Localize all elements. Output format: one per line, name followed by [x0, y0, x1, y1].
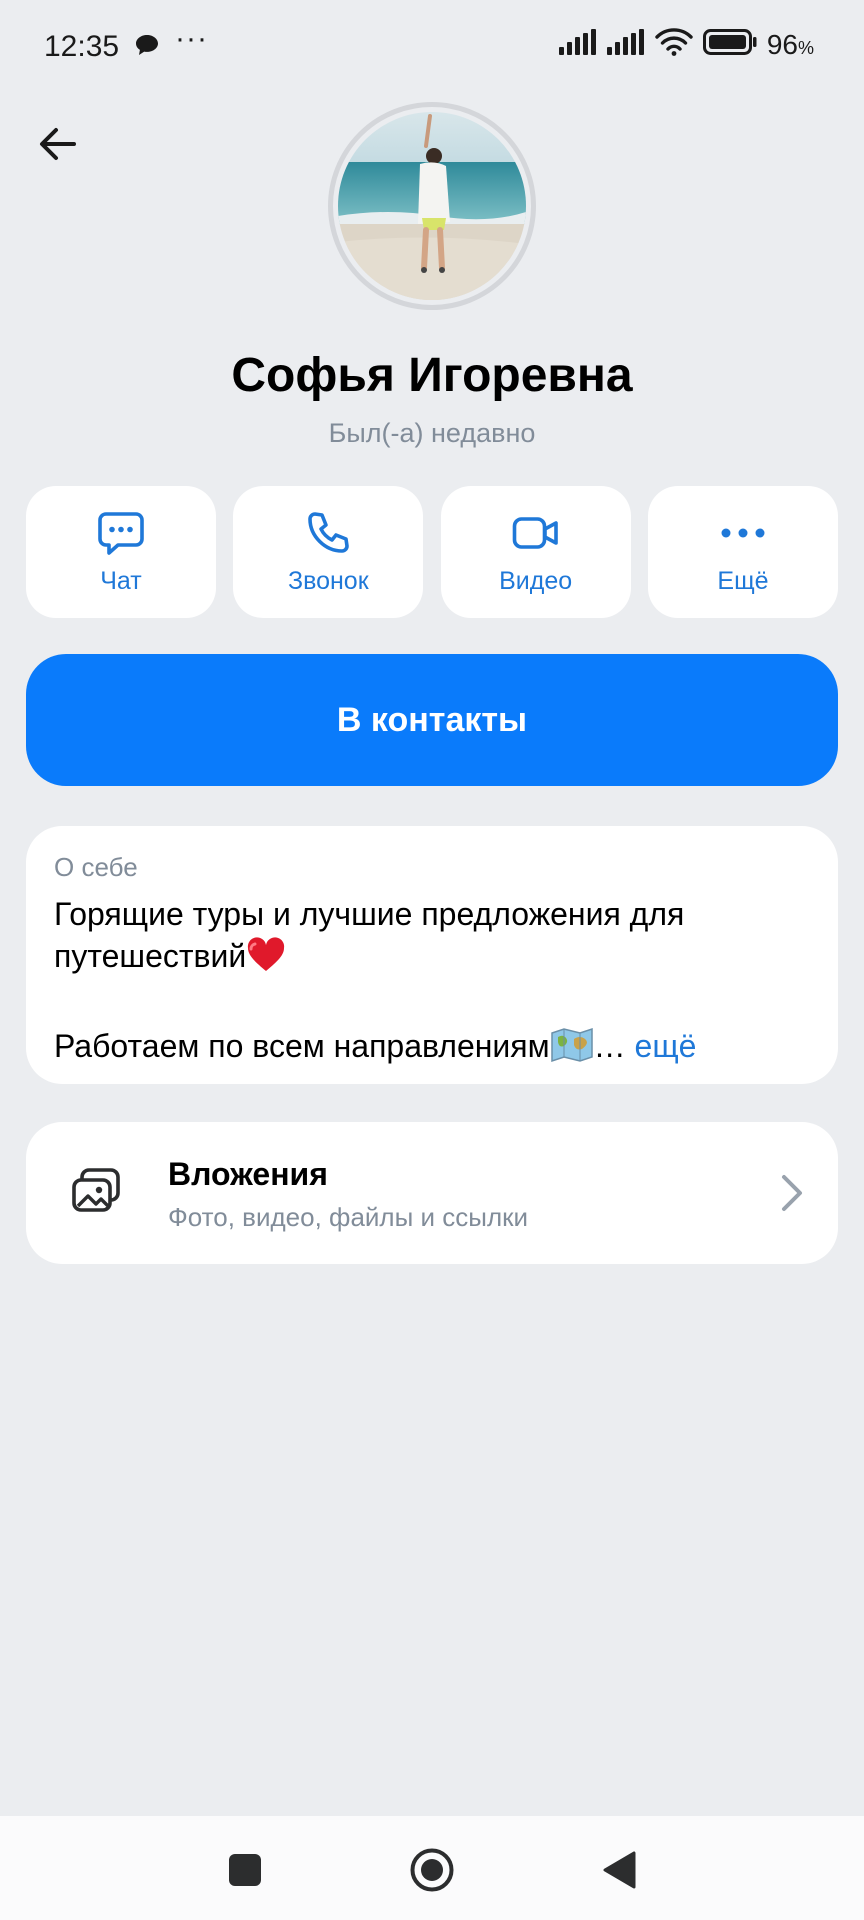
attachments-subtitle: Фото, видео, файлы и ссылки [168, 1202, 529, 1232]
about-heading: О себе [54, 852, 138, 882]
profile-name: Софья Игоревна [231, 349, 633, 402]
call-button[interactable]: Звонок [233, 486, 424, 618]
battery-icon [702, 29, 757, 60]
more-button[interactable]: Ещё [647, 486, 838, 618]
phone-icon [305, 509, 351, 557]
video-icon [512, 509, 560, 557]
add-to-contacts-button[interactable]: В контакты [26, 654, 838, 786]
attachments-row[interactable]: Вложения Фото, видео, файлы и ссылки [26, 1122, 838, 1264]
square-icon [229, 1854, 261, 1886]
world-map-emoji-icon [550, 1027, 594, 1073]
chat-button[interactable]: Чат [26, 486, 216, 618]
back-button[interactable] [30, 116, 86, 172]
gallery-icon [70, 1166, 122, 1221]
wifi-icon [655, 28, 693, 61]
signal-icon [558, 29, 597, 60]
chevron-right-icon [780, 1174, 804, 1217]
back-nav-button[interactable] [593, 1844, 645, 1896]
profile-screen: 12:35 ··· 96% Софья Игоревна Был(-а) нед… [0, 0, 864, 1920]
avatar[interactable] [338, 112, 526, 300]
triangle-back-icon [603, 1851, 636, 1889]
chat-label: Чат [100, 566, 142, 595]
status-more-indicator: ··· [175, 22, 208, 55]
recent-apps-button[interactable] [219, 1844, 271, 1896]
attachments-title: Вложения [168, 1156, 328, 1192]
action-bar: Чат Звонок Видео Ещё [26, 486, 838, 618]
call-label: Звонок [288, 566, 369, 595]
home-button[interactable] [406, 1844, 458, 1896]
video-button[interactable]: Видео [440, 486, 631, 618]
more-label: Ещё [717, 566, 769, 595]
status-indicators: 96% [558, 28, 814, 61]
system-nav-bar [0, 1816, 864, 1920]
read-more-link[interactable]: ещё [635, 1028, 697, 1064]
battery-percent: 96% [766, 28, 814, 60]
status-bar: 12:35 ··· 96% [0, 0, 864, 92]
video-label: Видео [499, 566, 573, 595]
signal-icon [606, 29, 645, 60]
more-icon [720, 509, 766, 557]
chat-bubble-icon [135, 34, 159, 61]
last-seen-status: Был(-а) недавно [328, 418, 536, 448]
arrow-left-icon [40, 128, 76, 160]
chat-icon [98, 509, 144, 557]
avatar-ring[interactable] [328, 102, 536, 310]
heart-emoji-icon [246, 937, 286, 983]
about-text-line: Работаем по всем направлениям… ещё [54, 1025, 810, 1073]
status-time: 12:35 [44, 30, 120, 63]
home-circle-icon [410, 1848, 454, 1892]
about-card: О себе Горящие туры и лучшие предложения… [26, 826, 838, 1084]
about-text-line: Горящие туры и лучшие предложения для [54, 896, 685, 932]
about-text-line: путешествий [54, 935, 810, 983]
